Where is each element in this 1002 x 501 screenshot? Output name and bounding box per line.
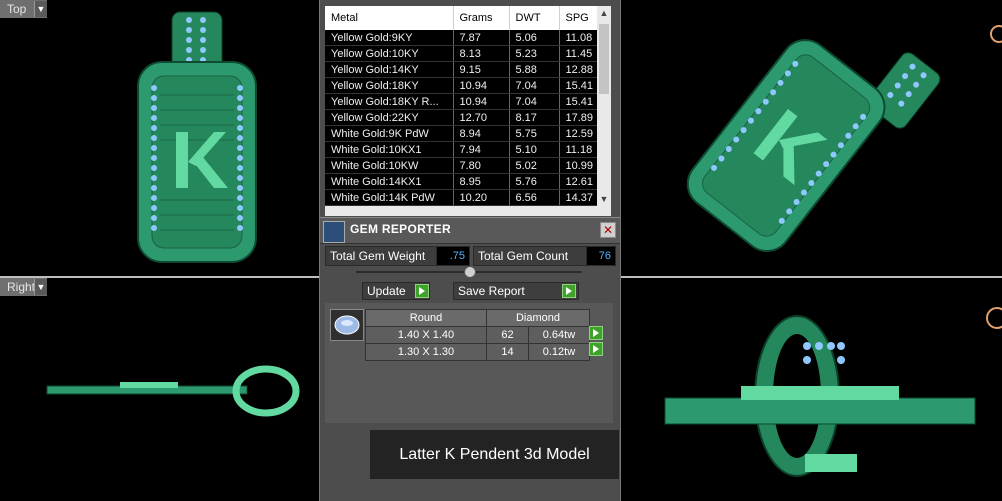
grams-cell: 9.15 xyxy=(453,61,510,78)
gem-grid: Round Diamond 1.40 X 1.40 62 0.64tw 1.30… xyxy=(365,309,591,361)
dwt-cell: 7.04 xyxy=(509,77,560,94)
dwt-cell: 6.56 xyxy=(509,189,560,206)
gem-weight-cell: 0.64tw xyxy=(527,326,591,344)
table-row[interactable]: 1.40 X 1.40 62 0.64tw xyxy=(365,326,591,344)
grams-cell: 10.94 xyxy=(453,93,510,110)
table-row[interactable]: Yellow Gold:18KY 10.94 7.04 15.41 xyxy=(325,77,608,94)
gem-reporter-panel: Metal Grams DWT SPG Yellow Gold:9KY 7.87 5… xyxy=(319,0,621,501)
metal-cell: White Gold:9K PdW xyxy=(325,125,454,142)
pendant-front-view xyxy=(137,11,257,263)
gem-size-cell: 1.40 X 1.40 xyxy=(365,326,487,344)
total-gem-weight-value: .75 xyxy=(436,246,470,266)
metal-cell: White Gold:14K PdW xyxy=(325,189,454,206)
save-report-button[interactable]: Save Report xyxy=(453,282,579,300)
grams-cell: 10.20 xyxy=(453,189,510,206)
metal-cell: Yellow Gold:22KY xyxy=(325,109,454,126)
scroll-down-icon[interactable]: ▼ xyxy=(597,192,611,206)
grams-column-header[interactable]: Grams xyxy=(453,6,510,30)
metal-cell: Yellow Gold:14KY xyxy=(325,61,454,78)
dwt-cell: 5.88 xyxy=(509,61,560,78)
play-icon xyxy=(415,284,429,298)
gem-count-cell: 62 xyxy=(486,326,529,344)
gem-size-cell: 1.30 X 1.30 xyxy=(365,343,487,361)
table-row[interactable]: Yellow Gold:18KY R... 10.94 7.04 15.41 xyxy=(325,93,608,110)
grams-cell: 8.94 xyxy=(453,125,510,142)
dwt-cell: 5.02 xyxy=(509,157,560,174)
metal-cell: Yellow Gold:10KY xyxy=(325,45,454,62)
metal-table-header: Metal Grams DWT SPG xyxy=(325,6,608,30)
metal-cell: Yellow Gold:18KY xyxy=(325,77,454,94)
table-row[interactable]: White Gold:14KX1 8.95 5.76 12.61 xyxy=(325,173,608,190)
round-gem-icon xyxy=(330,309,364,341)
dwt-cell: 5.75 xyxy=(509,125,560,142)
close-button[interactable]: ✕ xyxy=(600,222,616,238)
gem-weight-cell: 0.12tw xyxy=(527,343,591,361)
grams-cell: 12.70 xyxy=(453,109,510,126)
grams-cell: 7.87 xyxy=(453,30,510,46)
metal-weight-table: Metal Grams DWT SPG Yellow Gold:9KY 7.87 5… xyxy=(325,6,608,206)
metal-column-header[interactable]: Metal xyxy=(325,6,454,30)
pendant-side-view xyxy=(46,365,300,417)
metal-table-horizontal-scrollbar[interactable] xyxy=(325,206,611,216)
grams-cell: 7.94 xyxy=(453,141,510,158)
metal-cell: Yellow Gold:9KY xyxy=(325,30,454,46)
dwt-column-header[interactable]: DWT xyxy=(509,6,560,30)
dwt-cell: 7.04 xyxy=(509,93,560,110)
scroll-thumb[interactable] xyxy=(599,24,609,94)
pendant-perspective-view xyxy=(686,25,1002,252)
total-gem-count-value: 76 xyxy=(586,246,616,266)
dwt-cell: 5.76 xyxy=(509,173,560,190)
update-button[interactable]: Update xyxy=(362,282,430,300)
grams-cell: 8.13 xyxy=(453,45,510,62)
table-row[interactable]: Yellow Gold:10KY 8.13 5.23 11.45 xyxy=(325,45,608,62)
caption-overlay: Latter K Pendent 3d Model xyxy=(370,430,619,479)
gem-reporter-logo-icon xyxy=(323,221,345,243)
table-row[interactable]: 1.30 X 1.30 14 0.12tw xyxy=(365,343,591,361)
viewport-top[interactable]: Top ▼ xyxy=(0,0,319,276)
gem-reporter-header: GEM REPORTER ✕ xyxy=(320,217,620,244)
metal-cell: White Gold:14KX1 xyxy=(325,173,454,190)
table-row[interactable]: White Gold:14K PdW 10.20 6.56 14.37 xyxy=(325,189,608,206)
diamond-header: Diamond xyxy=(486,309,590,327)
round-header: Round xyxy=(365,309,487,327)
gem-list-area: Round Diamond 1.40 X 1.40 62 0.64tw 1.30… xyxy=(325,303,613,423)
metal-cell: Yellow Gold:18KY R... xyxy=(325,93,454,110)
pendant-front-elevation-view xyxy=(664,307,1002,477)
grams-cell: 10.94 xyxy=(453,77,510,94)
gem-count-cell: 14 xyxy=(486,343,529,361)
table-row[interactable]: Yellow Gold:22KY 12.70 8.17 17.89 xyxy=(325,109,608,126)
slider-handle[interactable] xyxy=(464,266,476,278)
gem-reporter-title: GEM REPORTER xyxy=(350,222,451,236)
table-row[interactable]: White Gold:10KX1 7.94 5.10 11.18 xyxy=(325,141,608,158)
row-action-icon[interactable] xyxy=(589,342,603,356)
dwt-cell: 5.06 xyxy=(509,30,560,46)
dwt-cell: 5.10 xyxy=(509,141,560,158)
table-row[interactable]: Yellow Gold:14KY 9.15 5.88 12.88 xyxy=(325,61,608,78)
grams-cell: 8.95 xyxy=(453,173,510,190)
dwt-cell: 8.17 xyxy=(509,109,560,126)
viewport-perspective[interactable] xyxy=(619,0,1002,276)
metal-cell: White Gold:10KX1 xyxy=(325,141,454,158)
viewport-right[interactable]: Right ▼ xyxy=(0,278,319,501)
table-row[interactable]: White Gold:10KW 7.80 5.02 10.99 xyxy=(325,157,608,174)
metal-cell: White Gold:10KW xyxy=(325,157,454,174)
metal-table-vertical-scrollbar[interactable]: ▲ ▼ xyxy=(597,6,611,206)
table-row[interactable]: White Gold:9K PdW 8.94 5.75 12.59 xyxy=(325,125,608,142)
grams-cell: 7.80 xyxy=(453,157,510,174)
row-action-icon[interactable] xyxy=(589,326,603,340)
play-icon xyxy=(562,284,576,298)
dwt-cell: 5.23 xyxy=(509,45,560,62)
scroll-up-icon[interactable]: ▲ xyxy=(597,6,611,20)
viewport-front[interactable] xyxy=(619,278,1002,501)
table-row[interactable]: Yellow Gold:9KY 7.87 5.06 11.08 xyxy=(325,30,608,46)
